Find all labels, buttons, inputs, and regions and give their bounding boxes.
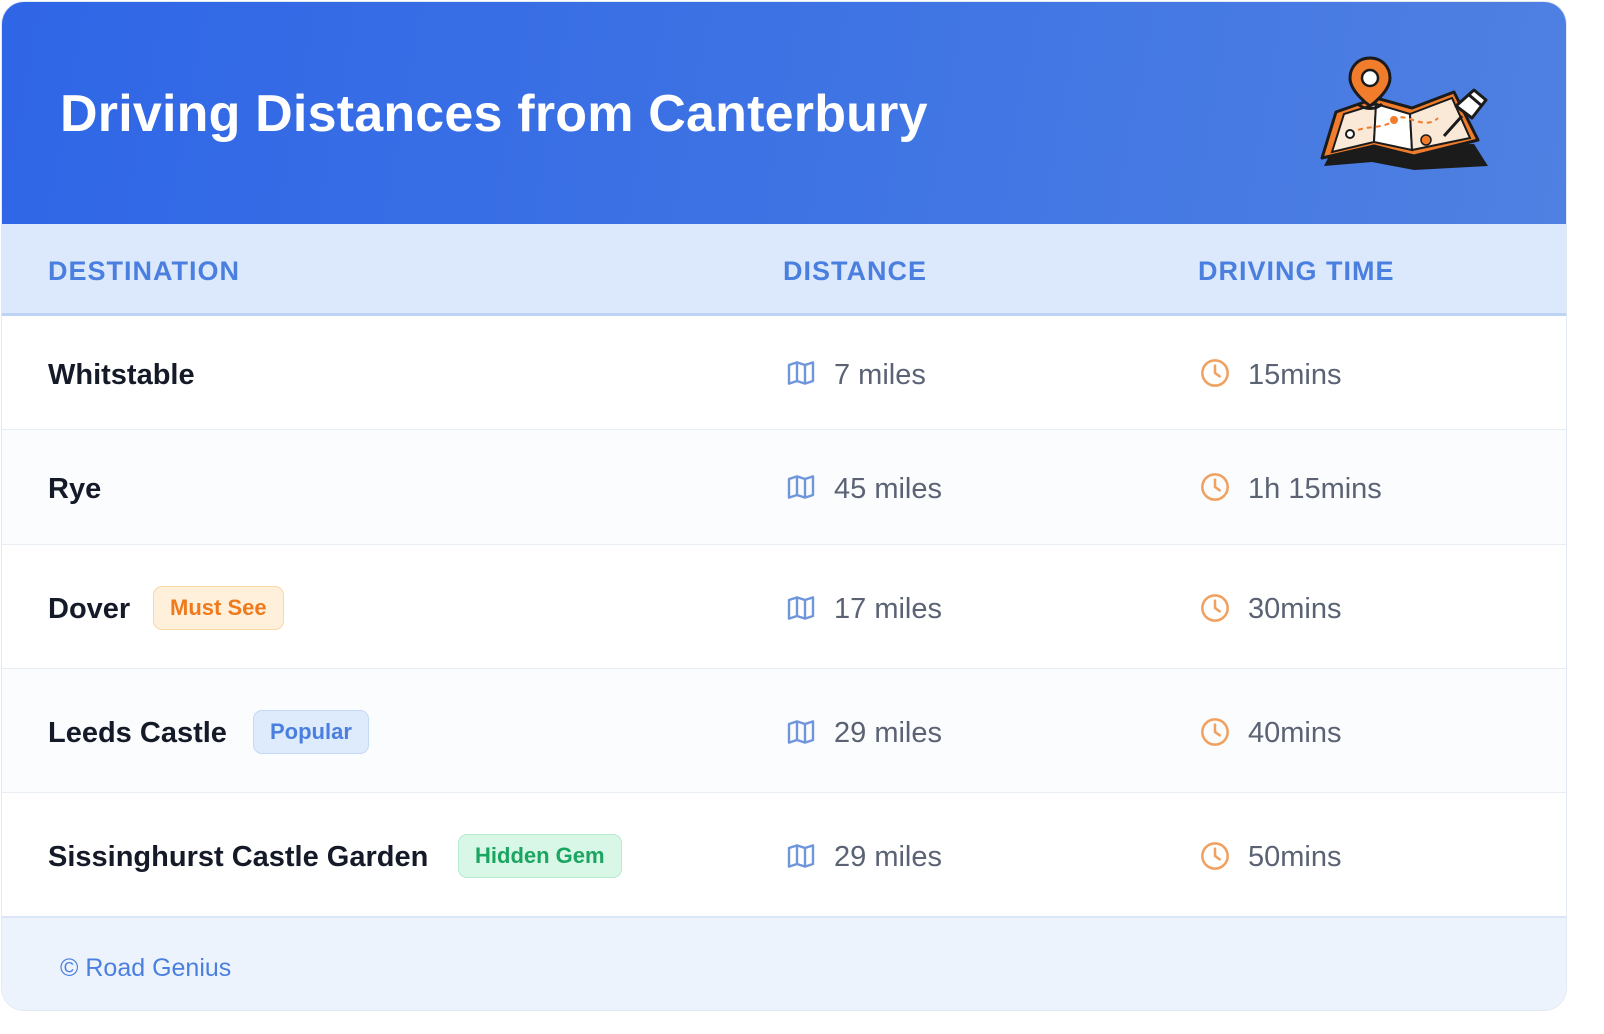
map-icon: [787, 844, 815, 868]
map-icon: [787, 720, 815, 744]
map-with-location-pin-icon: [1320, 56, 1488, 170]
destination-name: Sissinghurst Castle Garden: [48, 841, 429, 873]
table-row: Sissinghurst Castle Garden Hidden Gem 29…: [2, 793, 1566, 916]
driving-time-value: 15mins: [1248, 359, 1342, 391]
driving-time-value: 1h 15mins: [1248, 473, 1382, 505]
destination-name: Dover: [48, 593, 131, 625]
map-icon: [787, 361, 815, 385]
distance-value: 7 miles: [834, 359, 926, 391]
clock-icon: [1201, 594, 1229, 622]
map-icon: [787, 596, 815, 620]
map-icon: [787, 475, 815, 499]
must-see-badge: Must See: [153, 586, 284, 630]
clock-icon: [1201, 359, 1229, 387]
driving-time-value: 50mins: [1248, 841, 1342, 873]
table-row: Whitstable 7 miles 15mins: [2, 316, 1566, 430]
destination-name: Whitstable: [48, 359, 195, 391]
destination-name: Leeds Castle: [48, 717, 227, 749]
distance-value: 29 miles: [834, 841, 942, 873]
distance-value: 45 miles: [834, 473, 942, 505]
distance-value: 17 miles: [834, 593, 942, 625]
column-header-distance: DISTANCE: [783, 256, 928, 286]
page-title: Driving Distances from Canterbury: [60, 85, 928, 143]
clock-icon: [1201, 718, 1229, 746]
table-row: Rye 45 miles 1h 15mins: [2, 430, 1566, 545]
column-header-destination: DESTINATION: [48, 256, 240, 286]
table-row: Leeds Castle Popular 29 miles 40mins: [2, 669, 1566, 793]
clock-icon: [1201, 842, 1229, 870]
table-row: Dover Must See 17 miles 30mins: [2, 545, 1566, 669]
driving-time-value: 40mins: [1248, 717, 1342, 749]
card-header: Driving Distances from Canterbury: [2, 2, 1566, 224]
clock-icon: [1201, 473, 1229, 501]
destination-name: Rye: [48, 473, 102, 505]
copyright-text: © Road Genius: [60, 954, 232, 982]
card-footer: © Road Genius: [2, 916, 1566, 1010]
distance-card: Driving Distances from Canterbury DESTIN…: [2, 2, 1566, 1010]
column-header-driving-time: DRIVING TIME: [1198, 256, 1395, 286]
hidden-gem-badge: Hidden Gem: [458, 834, 622, 878]
distance-value: 29 miles: [834, 717, 942, 749]
popular-badge: Popular: [253, 710, 369, 754]
table-header: DESTINATION DISTANCE DRIVING TIME: [2, 224, 1566, 316]
driving-time-value: 30mins: [1248, 593, 1342, 625]
